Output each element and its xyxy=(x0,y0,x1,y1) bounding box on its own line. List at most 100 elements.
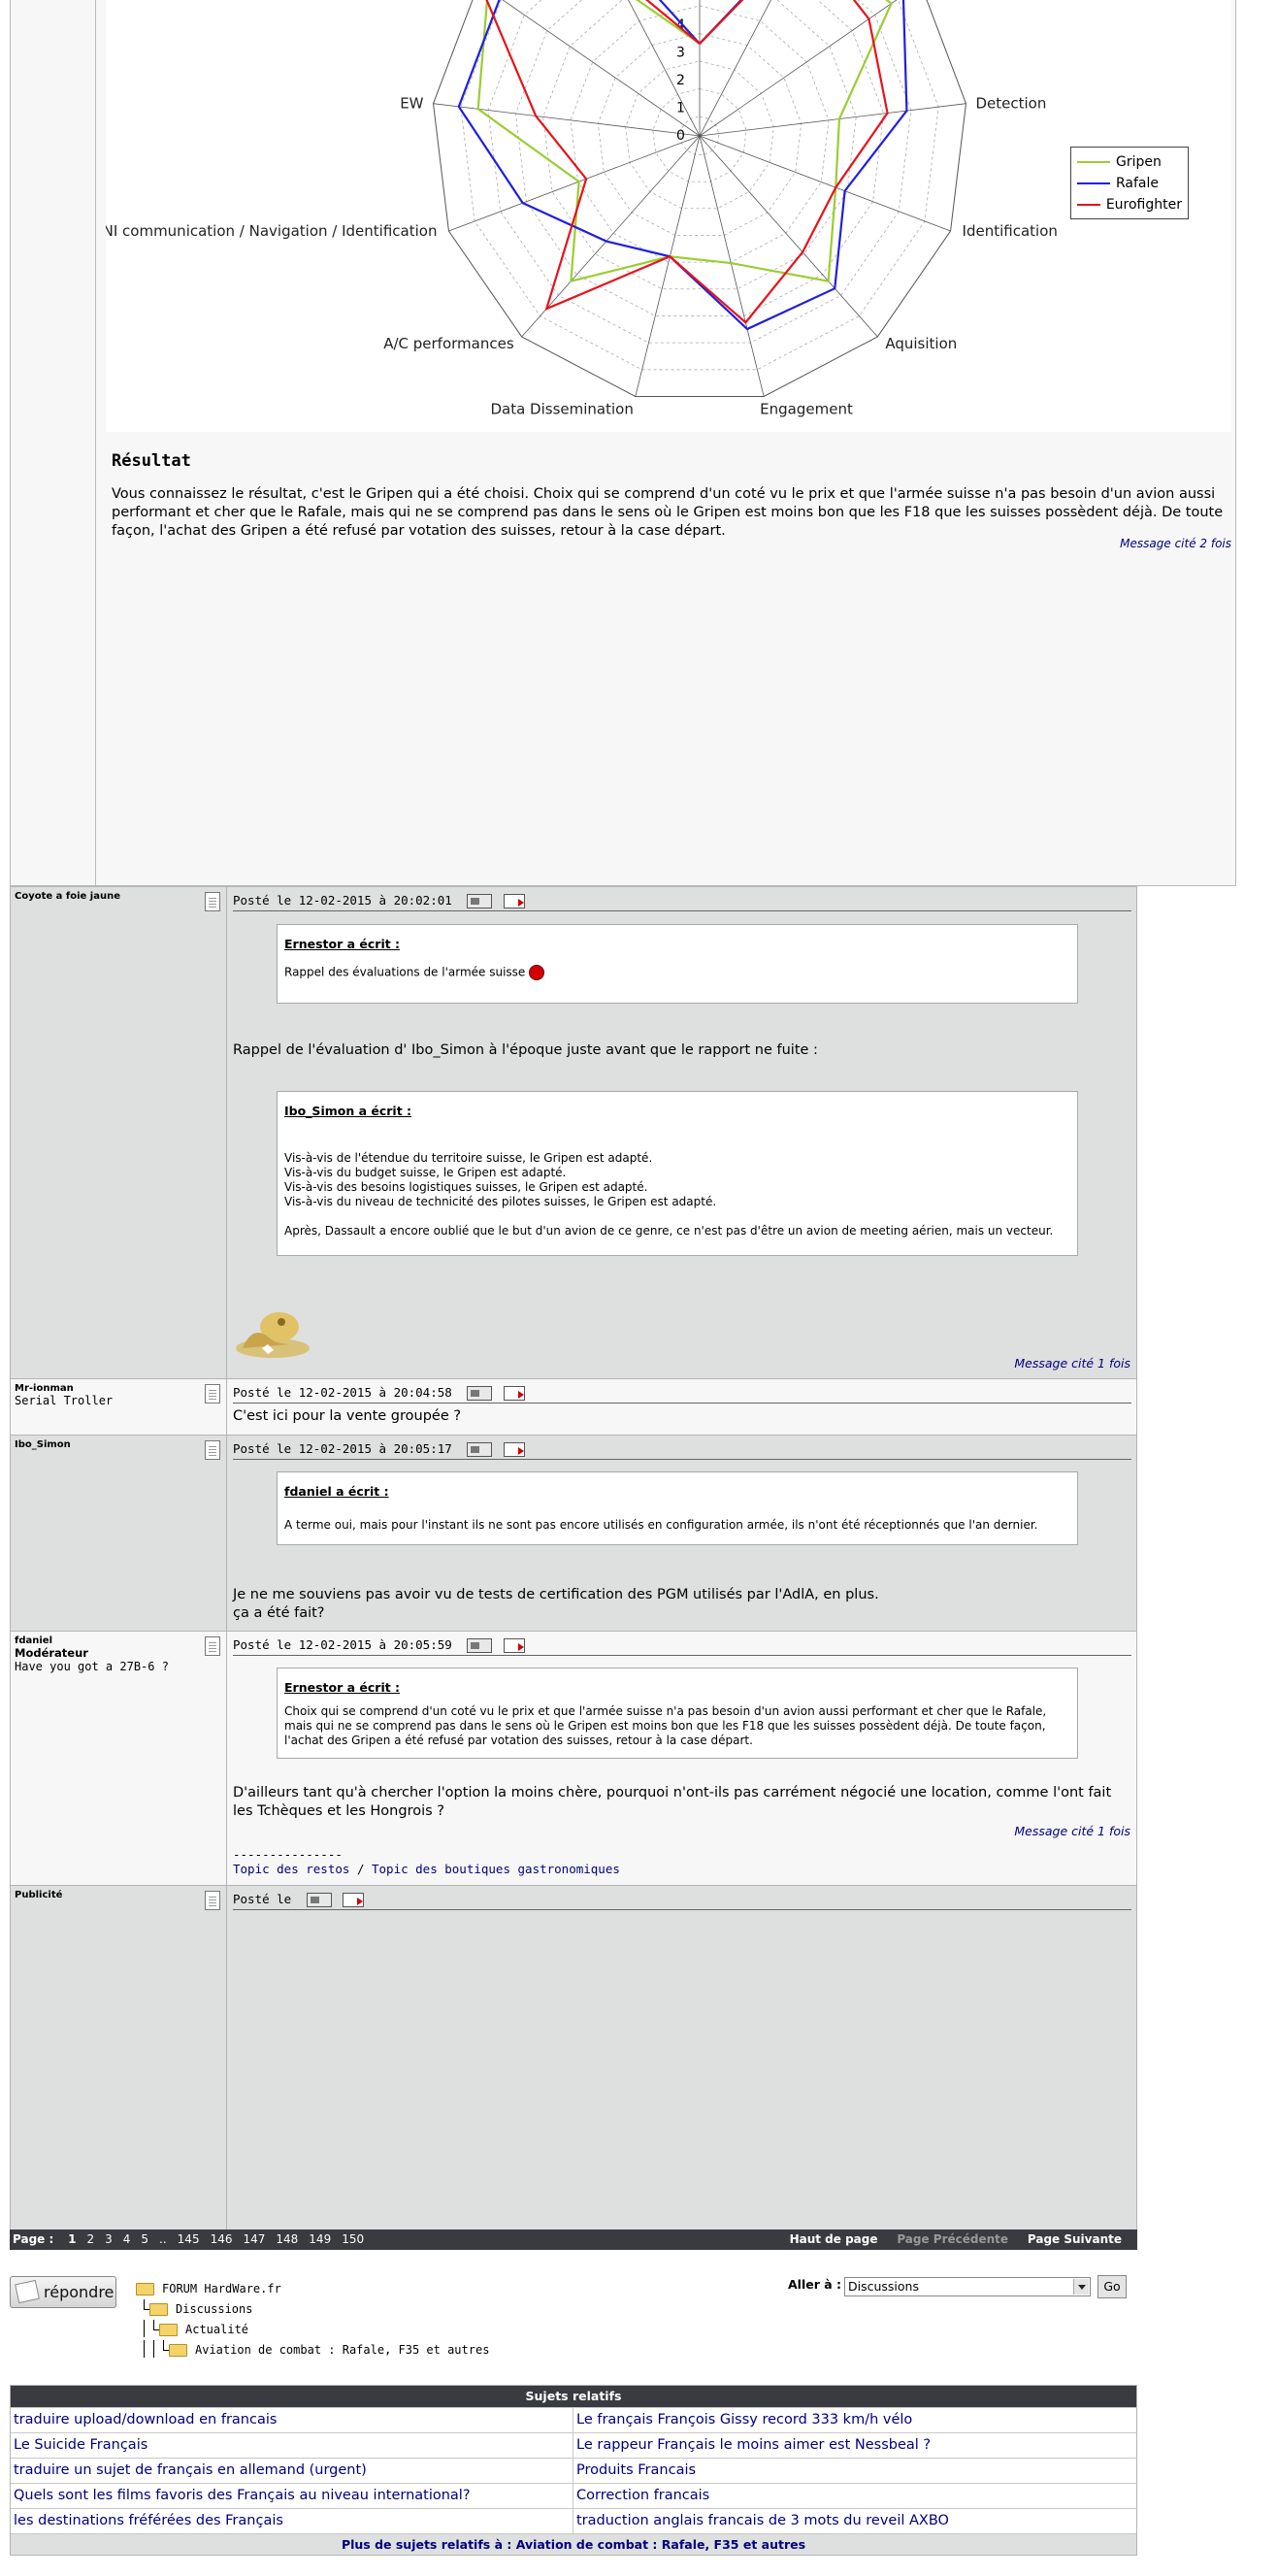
profile-icon[interactable] xyxy=(205,1891,220,1910)
page-link-3[interactable]: 3 xyxy=(105,2232,113,2246)
profile-icon[interactable] xyxy=(205,1440,220,1460)
page-link-147[interactable]: 147 xyxy=(243,2232,265,2246)
quote-text: A terme oui, mais pour l'instant ils ne … xyxy=(284,1518,1038,1532)
multi-quote-icon[interactable] xyxy=(343,1893,365,1907)
page-link-146[interactable]: 146 xyxy=(211,2232,233,2246)
quote-line: Vis-à-vis de l'étendue du territoire sui… xyxy=(284,1151,653,1165)
quote-icon[interactable] xyxy=(306,1893,332,1907)
cited-count-link[interactable]: Message cité 2 fois xyxy=(1120,537,1231,550)
quote-line xyxy=(284,1209,1070,1224)
tree-line xyxy=(153,2340,163,2358)
breadcrumb-item-discussions[interactable]: Discussions xyxy=(136,2299,489,2320)
goto-select-value: Discussions xyxy=(848,2279,919,2294)
page-link-149[interactable]: 149 xyxy=(309,2232,331,2246)
page-link-145[interactable]: 145 xyxy=(178,2232,200,2246)
page-link-2[interactable]: 2 xyxy=(86,2232,94,2246)
tick-label: 1 xyxy=(676,101,685,116)
page-link-150[interactable]: 150 xyxy=(342,2232,364,2246)
quote-text: Choix qui se comprend d'un coté vu le pr… xyxy=(284,1704,1047,1747)
related-topic-link[interactable]: traduire upload/download en francais xyxy=(11,2407,573,2432)
breadcrumb-item-topic[interactable]: Aviation de combat : Rafale, F35 et autr… xyxy=(136,2340,489,2361)
multi-quote-icon[interactable] xyxy=(503,894,525,908)
related-topic-link[interactable]: les destinations fréférées des Français xyxy=(11,2508,573,2533)
post-date: Posté le 12-02-2015 à 20:04:58 xyxy=(233,1385,452,1400)
quote-icon[interactable] xyxy=(467,1442,493,1457)
related-topic-link[interactable]: Correction francais xyxy=(573,2483,1136,2508)
tick-label: 2 xyxy=(676,73,685,88)
post-header: Posté le 12-02-2015 à 20:05:59 xyxy=(233,1635,1131,1656)
tick-label: 0 xyxy=(676,128,685,144)
previous-page-link: Page Précédente xyxy=(897,2232,1009,2246)
page-link-4[interactable]: 4 xyxy=(123,2232,131,2246)
post-text: C'est ici pour la vente groupée ? xyxy=(233,1408,462,1424)
cited-count-link[interactable]: Message cité 1 fois xyxy=(1014,1356,1130,1371)
post-header: Posté le 12-02-2015 à 20:04:58 xyxy=(233,1382,1131,1404)
page-link-1: 1 xyxy=(68,2232,77,2246)
post-publicite: Publicité Posté le xyxy=(10,1885,1137,2229)
related-topic-link[interactable]: Le rappeur Français le moins aimer est N… xyxy=(573,2432,1136,2458)
profile-icon[interactable] xyxy=(205,1384,220,1404)
quote-block: fdaniel a écrit : A terme oui, mais pour… xyxy=(277,1471,1078,1545)
author-title: Have you got a 27B-6 ? xyxy=(15,1660,169,1673)
signature: --------------- Topic des restos / Topic… xyxy=(233,1847,620,1876)
related-topic-link[interactable]: Quels sont les films favoris des Françai… xyxy=(11,2483,573,2508)
breadcrumb-label: Actualité xyxy=(185,2323,249,2336)
author-name[interactable]: fdaniel xyxy=(15,1635,222,1646)
author-name: Publicité xyxy=(15,1890,63,1900)
related-topics: Sujets relatifs traduire upload/download… xyxy=(10,2385,1137,2556)
chevron-down-icon xyxy=(1073,2279,1089,2295)
legend-label-gripen: Gripen xyxy=(1116,154,1162,170)
author-title: Serial Troller xyxy=(15,1394,114,1407)
quote-icon[interactable] xyxy=(467,894,493,908)
chart-legend: Gripen Rafale Eurofighter xyxy=(1070,147,1189,219)
cited-count-link[interactable]: Message cité 1 fois xyxy=(1014,1824,1130,1838)
quote-icon[interactable] xyxy=(467,1386,493,1401)
post-date: Posté le 12-02-2015 à 20:02:01 xyxy=(233,893,452,908)
profile-icon[interactable] xyxy=(205,1636,220,1656)
author-name[interactable]: Coyote a foie jaune xyxy=(15,891,222,902)
signature-link-restos[interactable]: Topic des restos xyxy=(233,1862,349,1876)
reply-button[interactable]: répondre xyxy=(10,2276,116,2308)
axis-label: Data Dissemination xyxy=(490,400,633,417)
folder-icon xyxy=(159,2324,178,2336)
related-topic-link[interactable]: Le Suicide Français xyxy=(11,2432,573,2458)
profile-icon[interactable] xyxy=(205,892,220,911)
next-page-link[interactable]: Page Suivante xyxy=(1028,2232,1122,2246)
quote-author[interactable]: Ernestor a écrit : xyxy=(284,1680,1070,1695)
radar-chart-svg: 01234DetectionIdentificationAquisitionEn… xyxy=(106,0,1058,417)
page-link-5[interactable]: 5 xyxy=(141,2232,148,2246)
quote-author[interactable]: Ernestor a écrit : xyxy=(284,937,1070,951)
goto-select[interactable]: Discussions xyxy=(844,2277,1091,2296)
page-link-148[interactable]: 148 xyxy=(276,2232,298,2246)
signature-link-boutiques[interactable]: Topic des boutiques gastronomiques xyxy=(372,1862,620,1876)
tick-label: 3 xyxy=(676,46,685,61)
radar-spoke xyxy=(521,135,701,338)
author-name[interactable]: Ibo_Simon xyxy=(15,1439,222,1450)
top-of-page-link[interactable]: Haut de page xyxy=(790,2232,878,2246)
legend-item-eurofighter: Eurofighter xyxy=(1077,194,1182,215)
breadcrumb-label: Aviation de combat : Rafale, F35 et autr… xyxy=(195,2343,490,2357)
legend-swatch-gripen xyxy=(1077,161,1110,163)
signature-slash: / xyxy=(349,1862,372,1876)
radar-spoke xyxy=(699,0,771,137)
related-topic-link[interactable]: traduction anglais francais de 3 mots du… xyxy=(573,2508,1136,2533)
related-topic-link[interactable]: Le français François Gissy record 333 km… xyxy=(573,2407,1136,2432)
go-button[interactable]: Go xyxy=(1097,2275,1127,2298)
multi-quote-icon[interactable] xyxy=(503,1442,525,1457)
axis-label: A/C performances xyxy=(383,335,514,352)
author-name[interactable]: Mr-ionman xyxy=(15,1383,222,1394)
quote-author[interactable]: fdaniel a écrit : xyxy=(284,1484,1070,1499)
related-topic-link[interactable]: Produits Francais xyxy=(573,2458,1136,2483)
multi-quote-icon[interactable] xyxy=(503,1386,525,1401)
post-content: Posté le xyxy=(228,1886,1136,2229)
post-text-line: ça a été fait? xyxy=(233,1605,325,1621)
more-related-topics-link[interactable]: Plus de sujets relatifs à : Aviation de … xyxy=(11,2533,1136,2555)
related-topic-link[interactable]: traduire un sujet de français en alleman… xyxy=(11,2458,573,2483)
breadcrumb-item-actualite[interactable]: Actualité xyxy=(136,2320,489,2340)
quote-author[interactable]: Ibo_Simon a écrit : xyxy=(284,1104,1070,1118)
tree-line xyxy=(144,2340,153,2358)
quote-icon[interactable] xyxy=(467,1638,493,1653)
multi-quote-icon[interactable] xyxy=(503,1638,525,1653)
legend-label-eurofighter: Eurofighter xyxy=(1105,197,1182,213)
breadcrumb-item-forum[interactable]: FORUM HardWare.fr xyxy=(136,2279,489,2299)
